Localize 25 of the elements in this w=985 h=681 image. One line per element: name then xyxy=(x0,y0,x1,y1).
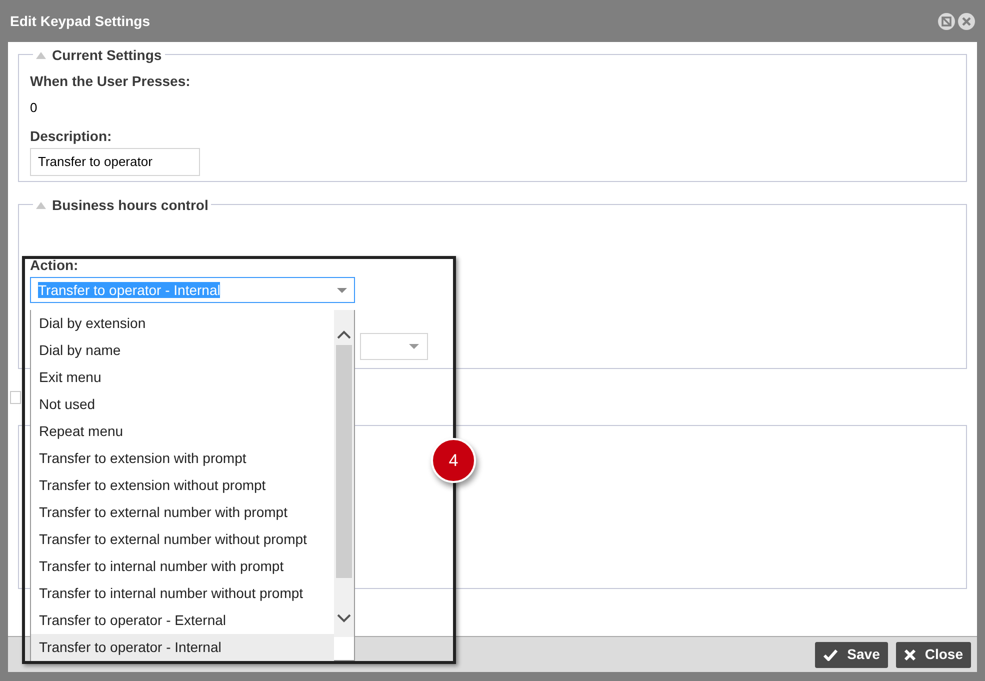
save-button[interactable]: Save xyxy=(815,642,888,668)
close-button[interactable]: Close xyxy=(896,642,971,668)
key-value: 0 xyxy=(30,99,38,117)
collapse-icon[interactable] xyxy=(36,52,46,59)
scrollbar[interactable] xyxy=(334,310,354,637)
select-field[interactable] xyxy=(360,333,428,360)
minimize-icon[interactable] xyxy=(938,12,955,30)
description-field[interactable]: Transfer to operator xyxy=(30,148,200,176)
check-icon xyxy=(823,648,838,660)
close-icon[interactable] xyxy=(958,12,975,30)
field-label: Description: xyxy=(30,126,113,146)
field-label: When the User Presses: xyxy=(30,72,192,91)
checkbox[interactable] xyxy=(10,390,21,404)
scroll-down-icon[interactable] xyxy=(337,614,351,623)
window-title: Edit Keypad Settings xyxy=(10,12,150,31)
field-label: Action: xyxy=(30,256,78,275)
caret-icon xyxy=(409,344,419,349)
caret-icon xyxy=(337,288,347,292)
collapse-icon[interactable] xyxy=(36,202,46,209)
scrollbar-thumb[interactable] xyxy=(336,345,352,578)
section-legend: Current Settings xyxy=(52,45,162,66)
scroll-up-icon[interactable] xyxy=(337,330,351,339)
dropdown-option[interactable]: Transfer to operator - Internal xyxy=(31,634,334,661)
x-icon xyxy=(904,648,916,660)
section-legend: Business hours control xyxy=(52,195,208,216)
